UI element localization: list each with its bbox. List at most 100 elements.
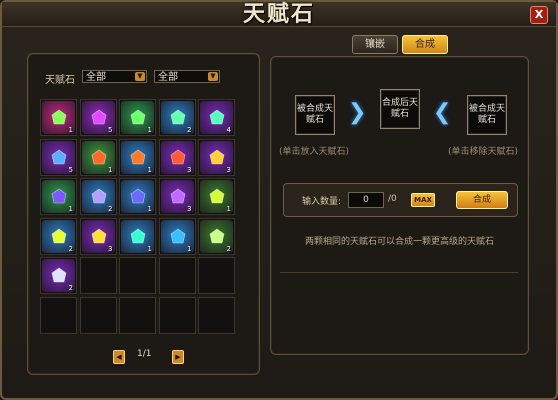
talent-stone-item[interactable]: 1	[81, 140, 115, 174]
inventory-slot[interactable]	[198, 257, 235, 294]
inventory-slot[interactable]: 4	[198, 99, 235, 136]
talent-stone-item[interactable]: 3	[160, 180, 194, 213]
item-quantity: 1	[187, 244, 192, 253]
inventory-slot[interactable]: 2	[79, 178, 117, 215]
inventory-slot[interactable]: 3	[158, 138, 196, 176]
gem-icon	[209, 188, 225, 204]
chevron-down-icon: ▼	[208, 72, 218, 81]
gem-icon	[170, 188, 185, 204]
gem-icon	[170, 228, 185, 243]
gem-icon	[51, 228, 67, 243]
talent-stone-item[interactable]: 1	[42, 101, 75, 134]
result-slot: 合成后天赋石	[380, 89, 420, 129]
input-slot-left[interactable]: 被合成天赋石	[295, 95, 335, 135]
talent-stone-item[interactable]: 2	[81, 180, 115, 213]
talent-stone-item[interactable]: 1	[200, 180, 233, 213]
talent-stone-item[interactable]: 4	[200, 101, 233, 134]
page-indicator: 1/1	[137, 349, 152, 359]
next-page-button[interactable]: ▶	[172, 350, 184, 364]
inventory-slot[interactable]: 1	[119, 99, 156, 136]
filter-select-1-value: 全部	[86, 72, 106, 83]
inventory-slot[interactable]: 1	[198, 178, 235, 215]
gem-icon	[170, 149, 185, 164]
talent-stone-item[interactable]: 3	[160, 140, 194, 174]
talent-stone-item[interactable]: 3	[81, 219, 115, 253]
talent-stone-item[interactable]: 2	[42, 219, 75, 253]
talent-stone-item[interactable]: 5	[81, 101, 115, 134]
gem-icon	[209, 228, 225, 243]
gem-icon	[91, 109, 106, 125]
input-slot-right-label: 被合成天赋石	[468, 104, 505, 125]
gem-icon	[91, 188, 106, 204]
inventory-slot[interactable]	[119, 296, 156, 334]
item-quantity: 1	[108, 165, 113, 174]
max-button[interactable]: MAX	[411, 193, 435, 207]
filter-label: 天赋石	[45, 75, 75, 86]
talent-stone-item[interactable]: 1	[121, 219, 154, 253]
tab-combine[interactable]: 合成	[402, 35, 448, 54]
inventory-slot[interactable]	[79, 257, 117, 294]
item-quantity: 1	[68, 126, 73, 134]
inventory-slot[interactable]: 1	[40, 99, 77, 136]
input-slot-right[interactable]: 被合成天赋石	[467, 95, 507, 135]
inventory-slot[interactable]: 3	[79, 217, 117, 255]
divider	[280, 272, 518, 273]
inventory-slot[interactable]: 5	[40, 138, 77, 176]
inventory-slot[interactable]: 3	[198, 138, 235, 176]
inventory-slot[interactable]	[40, 296, 77, 334]
inventory-slot[interactable]: 2	[40, 257, 77, 294]
inventory-slot[interactable]: 1	[158, 217, 196, 255]
inventory-slot[interactable]	[158, 296, 196, 334]
item-quantity: 5	[68, 165, 73, 174]
item-quantity: 5	[108, 126, 113, 134]
inventory-slot[interactable]: 1	[40, 178, 77, 215]
item-quantity: 3	[226, 165, 231, 174]
item-quantity: 2	[68, 244, 73, 253]
talent-stone-item[interactable]: 3	[200, 140, 233, 174]
quantity-input[interactable]: 0	[348, 192, 384, 208]
inventory-slot[interactable]	[79, 296, 117, 334]
inventory-slot[interactable]: 1	[119, 178, 156, 215]
inventory-slot[interactable]	[158, 257, 196, 294]
item-quantity: 3	[108, 244, 113, 253]
talent-stone-item[interactable]: 5	[42, 140, 75, 174]
inventory-slot[interactable]: 2	[198, 217, 235, 255]
inventory-slot[interactable]	[198, 296, 235, 334]
gem-icon	[130, 149, 146, 164]
close-button[interactable]: X	[530, 6, 548, 24]
filter-select-2[interactable]: 全部 ▼	[154, 70, 220, 83]
talent-stone-item[interactable]: 2	[160, 101, 194, 134]
item-quantity: 1	[226, 205, 231, 213]
item-quantity: 2	[108, 205, 113, 213]
tab-inlay[interactable]: 镶嵌	[352, 35, 398, 54]
inventory-slot[interactable]	[119, 257, 156, 294]
gem-icon	[209, 109, 225, 125]
talent-stone-item[interactable]: 1	[121, 180, 154, 213]
inventory-slot[interactable]: 5	[79, 99, 117, 136]
gem-icon	[130, 228, 146, 243]
talent-stone-item[interactable]: 2	[200, 219, 233, 253]
inventory-slot[interactable]: 2	[40, 217, 77, 255]
prev-page-button[interactable]: ◀	[113, 350, 125, 364]
talent-stone-item[interactable]: 1	[121, 101, 154, 134]
quantity-max: /0	[388, 194, 397, 204]
item-quantity: 2	[187, 126, 192, 134]
inventory-slot[interactable]: 1	[119, 138, 156, 176]
filter-select-1[interactable]: 全部 ▼	[82, 70, 147, 83]
item-quantity: 3	[187, 205, 192, 213]
talent-stone-item[interactable]: 1	[42, 180, 75, 213]
inventory-slot[interactable]: 1	[119, 217, 156, 255]
inventory-slot[interactable]: 1	[79, 138, 117, 176]
item-quantity: 1	[147, 205, 152, 213]
inventory-slot[interactable]: 2	[158, 99, 196, 136]
talent-stone-item[interactable]: 1	[160, 219, 194, 253]
gem-icon	[209, 149, 225, 164]
inventory-slot[interactable]: 3	[158, 178, 196, 215]
talent-stone-item[interactable]: 1	[121, 140, 154, 174]
gem-icon	[91, 149, 106, 164]
window-title: 天赋石	[242, 2, 315, 27]
combine-button[interactable]: 合成	[456, 191, 508, 209]
item-quantity: 3	[187, 165, 192, 174]
talent-stone-item[interactable]: 2	[42, 259, 75, 292]
chevron-right-icon: ❯	[348, 100, 367, 125]
